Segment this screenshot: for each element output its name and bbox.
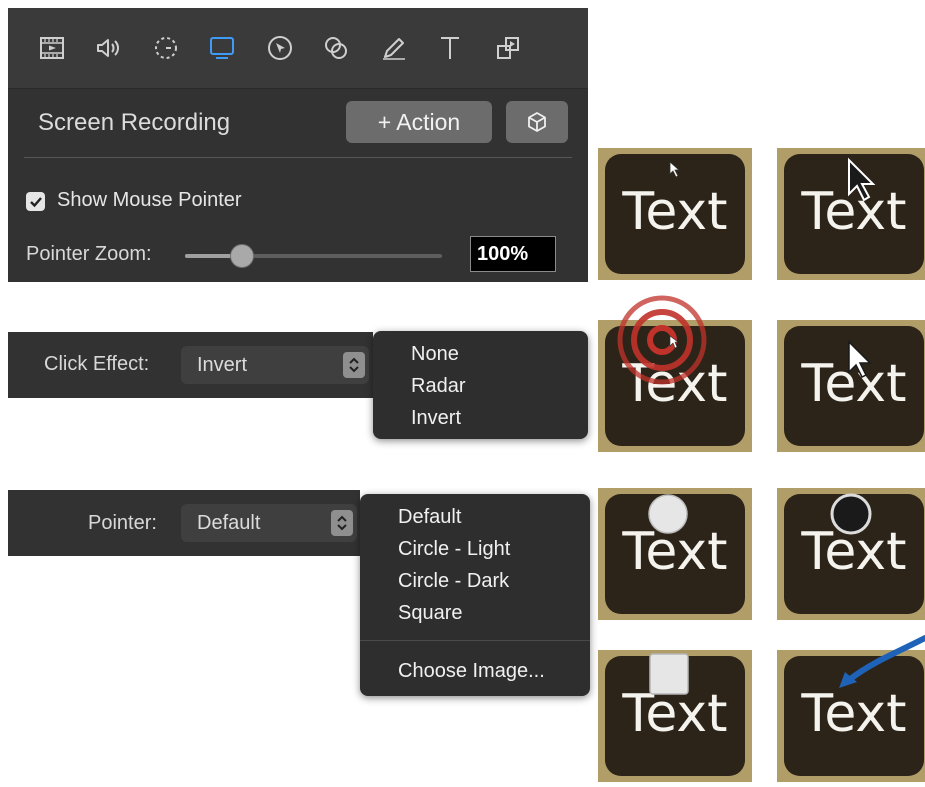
film-icon [40,37,64,59]
click-effect-select[interactable]: Invert [181,346,369,384]
chevron-updown-icon [343,352,365,378]
draw-tool-button[interactable] [376,30,412,66]
show-mouse-pointer-label: Show Mouse Pointer [57,189,242,211]
menu-item-square[interactable]: Square [360,600,590,630]
click-effect-label: Click Effect: [44,353,150,375]
pencil-icon [383,38,405,60]
thumbnail-text: Text [801,354,907,414]
preview-thumbnail-radar: Text [598,295,752,452]
preview-thumbnail-custom-image: Text [777,635,925,782]
cursor-tool-button[interactable] [262,30,298,66]
pointer-value: Default [197,512,261,534]
click-effect-menu: None Radar Invert [373,331,588,439]
menu-item-circle-light[interactable]: Circle - Light [360,536,590,566]
preview-thumbnail-large-pointer: Text [777,148,925,280]
text-icon [441,37,459,59]
menu-item-none[interactable]: None [373,341,588,371]
thumbnail-text: Text [622,354,728,414]
screen-tool-button[interactable] [204,30,240,66]
speaker-icon [97,39,119,57]
menu-separator [360,640,590,641]
thumbnail-text: Text [622,522,728,582]
pointer-zoom-slider[interactable] [185,244,442,268]
click-effect-row: Click Effect: Invert [8,332,373,398]
menu-item-radar[interactable]: Radar [373,373,588,403]
menu-item-circle-dark[interactable]: Circle - Dark [360,568,590,598]
cursor-circle-icon [268,36,292,60]
cube-button[interactable] [506,101,568,143]
overlap-circles-icon [325,37,347,59]
pointer-zoom-field[interactable]: 100% [470,236,556,272]
pointer-zoom-label: Pointer Zoom: [26,243,152,265]
pointer-row: Pointer: Default [8,490,360,556]
cube-icon [528,112,546,132]
thumbnail-text: Text [801,522,907,582]
preview-thumbnail-circle-light: Text [598,488,752,620]
preview-thumbnail-circle-dark: Text [777,488,925,620]
inspector-toolbar [8,8,588,88]
menu-item-choose-image[interactable]: Choose Image... [360,658,590,688]
pointer-menu: Default Circle - Light Circle - Dark Squ… [360,494,590,696]
menu-item-invert[interactable]: Invert [373,405,588,435]
screen-recording-panel: Screen Recording + Action Show Mouse Poi… [8,88,588,282]
thumbnail-text: Text [801,684,907,744]
menu-item-default[interactable]: Default [360,504,590,534]
slider-thumb[interactable] [229,244,254,268]
preview-thumbnail-square: Text [598,650,752,782]
pointer-select[interactable]: Default [181,504,357,542]
pointer-label: Pointer: [88,512,157,534]
thumbnail-text: Text [801,182,907,242]
panel-divider [24,157,572,158]
layers-tool-button[interactable] [490,30,526,66]
timing-tool-button[interactable] [148,30,184,66]
thumbnail-text: Text [622,182,728,242]
click-effect-value: Invert [197,354,248,376]
timer-icon [155,37,177,59]
panel-title: Screen Recording [38,109,231,136]
preview-thumbnail-invert: Text [777,320,925,452]
annotation-tool-button[interactable] [318,30,354,66]
text-tool-button[interactable] [432,30,468,66]
thumbnail-text: Text [622,684,728,744]
film-tool-button[interactable] [34,30,70,66]
show-mouse-pointer-checkbox[interactable] [26,192,45,211]
checkmark-icon [29,196,42,207]
layers-icon [497,37,519,59]
add-action-button[interactable]: + Action [346,101,492,143]
preview-thumbnail-small-pointer: Text [598,148,752,280]
chevron-updown-icon [331,510,353,536]
screen-icon [210,37,234,59]
audio-tool-button[interactable] [90,30,126,66]
